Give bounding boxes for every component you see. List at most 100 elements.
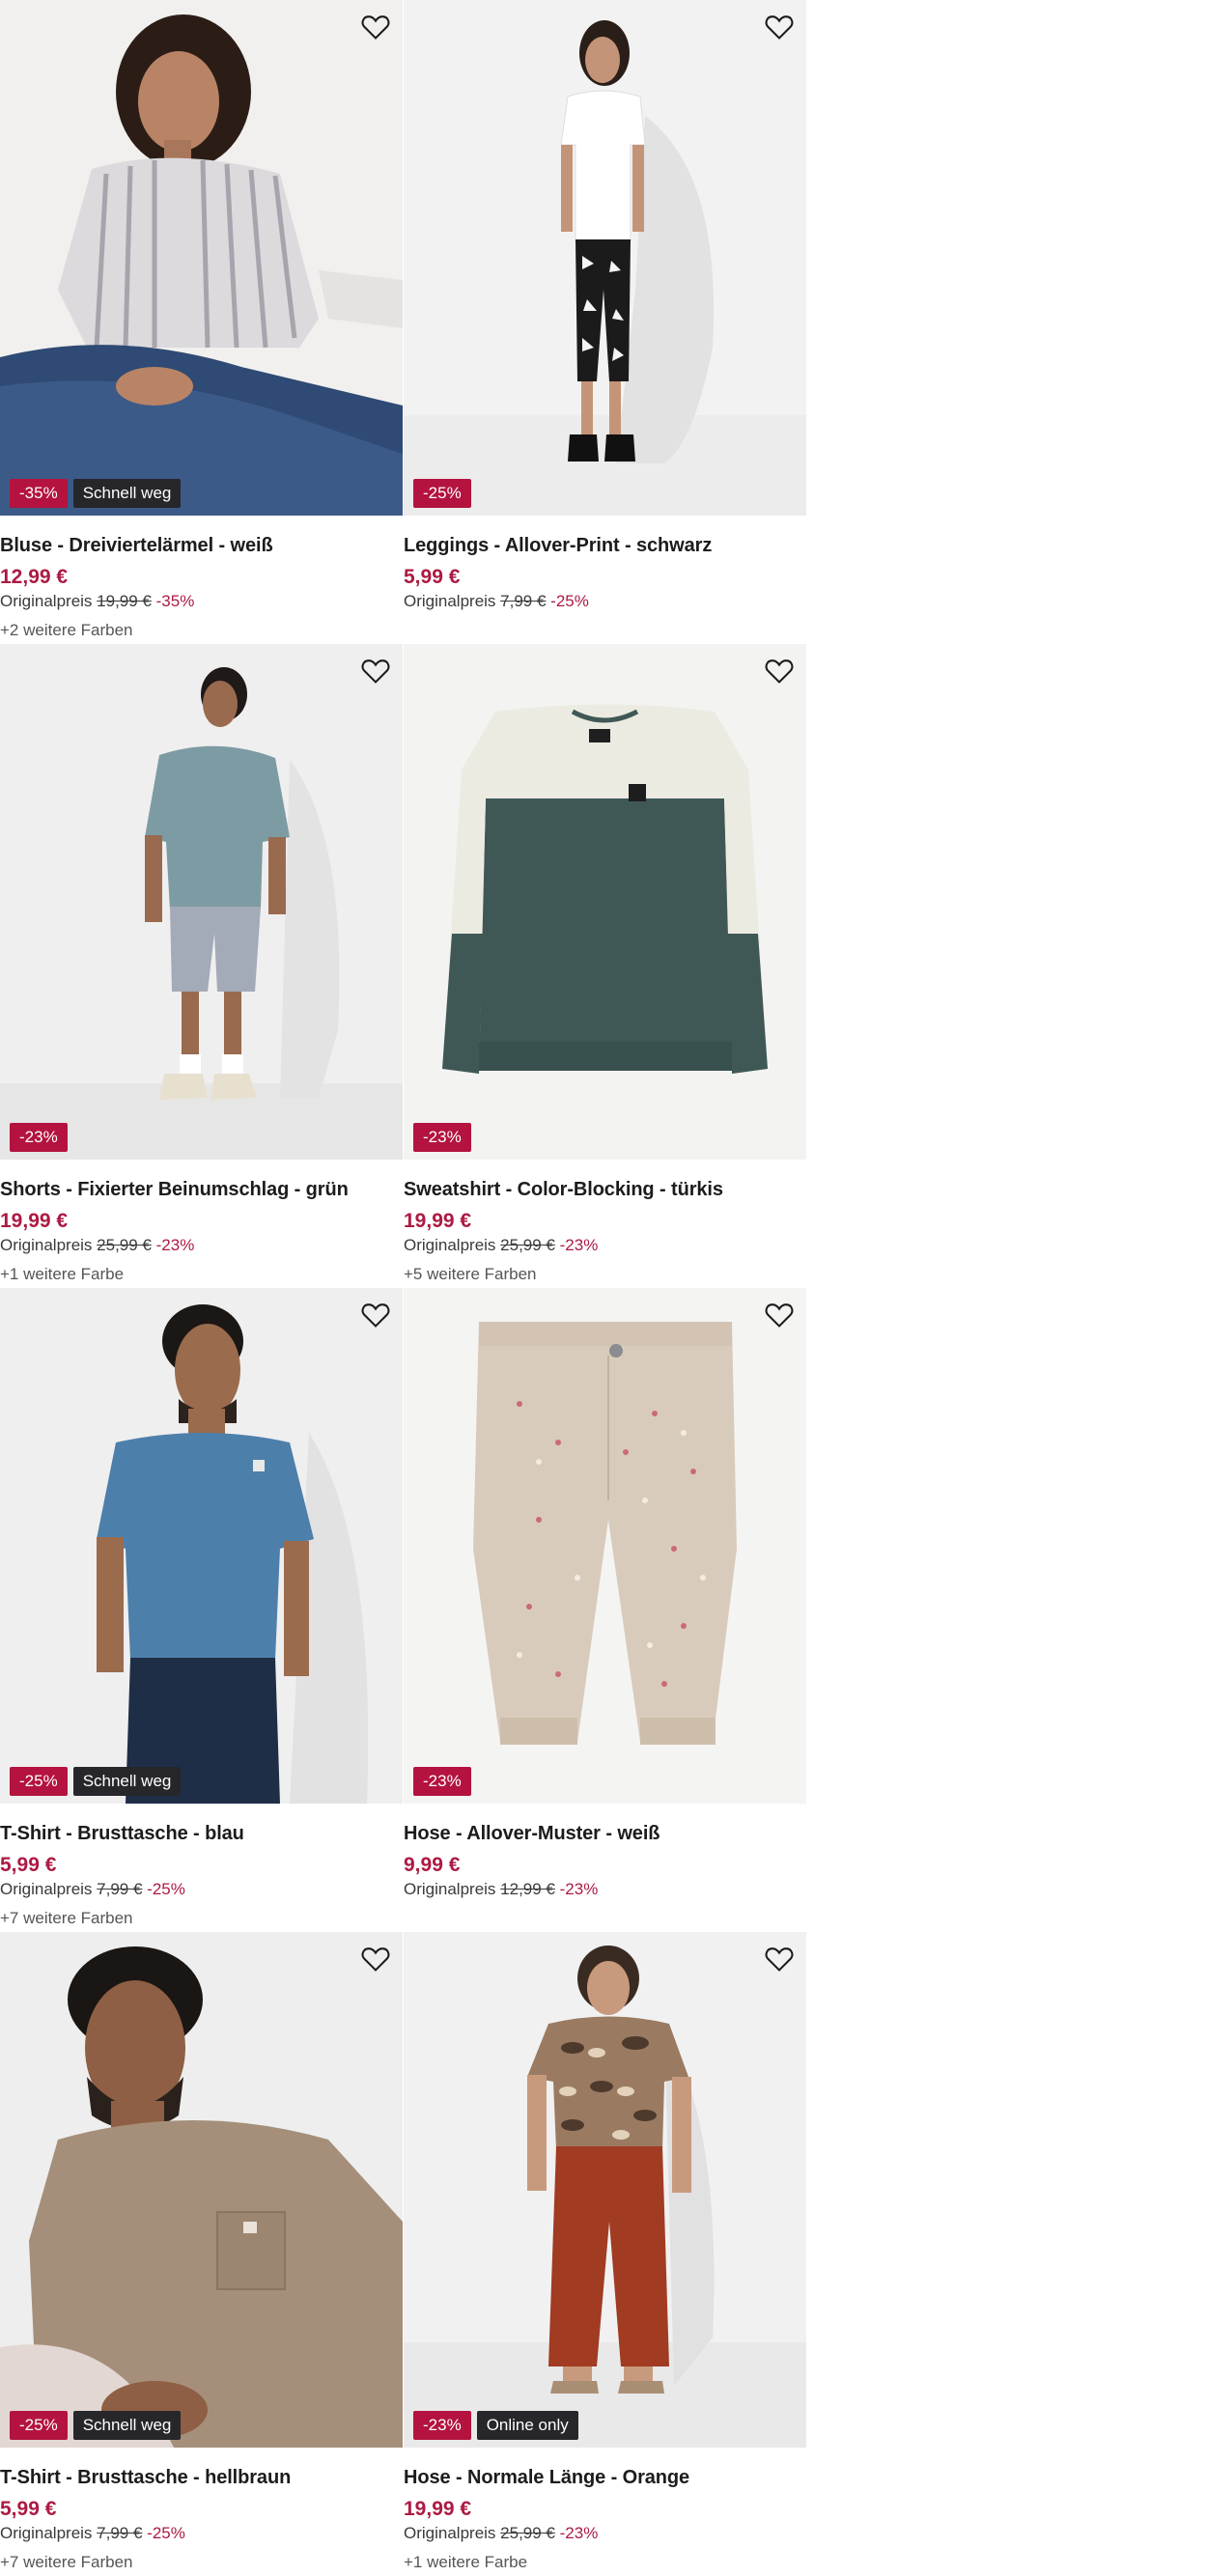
product-price: 9,99 € xyxy=(404,1854,461,1876)
product-title[interactable]: Hose - Normale Länge - Orange xyxy=(404,2461,801,2494)
product-photo xyxy=(0,644,403,1160)
discount-percent: -25% xyxy=(147,2524,185,2542)
wishlist-button[interactable] xyxy=(762,1944,797,1974)
discount-percent: -25% xyxy=(147,1880,185,1898)
original-price-label: Originalpreis xyxy=(0,592,93,610)
original-price-line: Originalpreis 7,99 € -25% xyxy=(404,591,801,612)
discount-percent: -35% xyxy=(155,592,195,610)
product-title[interactable]: Shorts - Fixierter Beinumschlag - grün xyxy=(0,1173,398,1206)
status-badge: Schnell weg xyxy=(72,2411,182,2440)
product-photo xyxy=(404,1288,806,1804)
discount-percent: -23% xyxy=(559,1236,599,1254)
heart-outline-icon xyxy=(361,659,390,684)
product-title[interactable]: Hose - Allover-Muster - weiß xyxy=(404,1817,801,1850)
product-card[interactable]: -25% Schnell weg T-Shirt - Brusttasche -… xyxy=(0,1932,403,2576)
wishlist-button[interactable] xyxy=(358,1944,393,1974)
product-image[interactable]: -23% xyxy=(0,644,403,1160)
product-image[interactable]: -25% xyxy=(404,0,806,516)
discount-percent: -23% xyxy=(559,1880,599,1898)
original-price: 7,99 € xyxy=(97,1880,143,1898)
more-colors-link[interactable]: +7 weitere Farben xyxy=(0,2552,398,2573)
badge-group: -35% Schnell weg xyxy=(10,479,182,508)
original-price-line: Originalpreis 7,99 € -25% xyxy=(0,2523,398,2544)
product-price: 5,99 € xyxy=(0,2498,57,2520)
product-card[interactable]: -23% Online only Hose - Normale Länge - … xyxy=(404,1932,806,2576)
discount-percent: -23% xyxy=(559,2524,599,2542)
more-colors-link[interactable]: +1 weitere Farbe xyxy=(0,1264,398,1285)
product-title[interactable]: T-Shirt - Brusttasche - hellbraun xyxy=(0,2461,398,2494)
original-price: 7,99 € xyxy=(500,592,547,610)
discount-badge: -23% xyxy=(413,2411,471,2440)
more-colors-link[interactable]: +7 weitere Farben xyxy=(0,1908,398,1929)
product-card[interactable]: -25% Schnell weg T-Shirt - Brusttasche -… xyxy=(0,1288,403,1932)
wishlist-button[interactable] xyxy=(762,656,797,686)
product-photo xyxy=(404,644,806,1160)
product-image[interactable]: -23% xyxy=(404,644,806,1160)
original-price: 25,99 € xyxy=(500,2524,555,2542)
heart-outline-icon xyxy=(765,1303,794,1328)
original-price-label: Originalpreis xyxy=(0,1236,93,1254)
product-grid: -35% Schnell weg Bluse - Dreiviertelärme… xyxy=(0,0,806,2576)
discount-badge: -25% xyxy=(10,1767,68,1796)
wishlist-button[interactable] xyxy=(358,656,393,686)
discount-percent: -23% xyxy=(155,1236,195,1254)
product-info: T-Shirt - Brusttasche - blau 5,99 € Orig… xyxy=(0,1817,398,1929)
product-photo xyxy=(0,1288,403,1804)
original-price-line: Originalpreis 25,99 € -23% xyxy=(0,1235,398,1256)
heart-outline-icon xyxy=(765,659,794,684)
product-price: 19,99 € xyxy=(0,1210,69,1232)
original-price-label: Originalpreis xyxy=(404,2524,496,2542)
more-colors-link[interactable]: +5 weitere Farben xyxy=(404,1264,801,1285)
wishlist-button[interactable] xyxy=(358,1300,393,1330)
original-price-line: Originalpreis 19,99 € -35% xyxy=(0,591,398,612)
product-image[interactable]: -25% Schnell weg xyxy=(0,1932,403,2448)
badge-group: -23% xyxy=(413,1123,471,1152)
product-title[interactable]: T-Shirt - Brusttasche - blau xyxy=(0,1817,398,1850)
wishlist-button[interactable] xyxy=(358,12,393,42)
product-title[interactable]: Bluse - Dreiviertelärmel - weiß xyxy=(0,529,398,562)
product-info: Hose - Allover-Muster - weiß 9,99 € Orig… xyxy=(404,1817,801,1900)
product-image[interactable]: -23% Online only xyxy=(404,1932,806,2448)
product-image[interactable]: -23% xyxy=(404,1288,806,1804)
status-badge: Online only xyxy=(476,2411,578,2440)
product-info: T-Shirt - Brusttasche - hellbraun 5,99 €… xyxy=(0,2461,398,2573)
heart-outline-icon xyxy=(361,1303,390,1328)
product-photo xyxy=(404,1932,806,2448)
product-image[interactable]: -25% Schnell weg xyxy=(0,1288,403,1804)
product-price: 19,99 € xyxy=(404,2498,472,2520)
product-card[interactable]: -23% Sweatshirt - Color-Blocking - türki… xyxy=(404,644,806,1288)
original-price: 19,99 € xyxy=(97,592,152,610)
product-info: Leggings - Allover-Print - schwarz 5,99 … xyxy=(404,529,801,612)
product-price: 19,99 € xyxy=(404,1210,472,1232)
product-photo xyxy=(0,0,403,516)
product-card[interactable]: -25% Leggings - Allover-Print - schwarz … xyxy=(404,0,806,644)
product-title[interactable]: Sweatshirt - Color-Blocking - türkis xyxy=(404,1173,801,1206)
status-badge: Schnell weg xyxy=(72,1767,182,1796)
product-info: Sweatshirt - Color-Blocking - türkis 19,… xyxy=(404,1173,801,1285)
badge-group: -25% Schnell weg xyxy=(10,2411,182,2440)
more-colors-link[interactable]: +1 weitere Farbe xyxy=(404,2552,801,2573)
product-title[interactable]: Leggings - Allover-Print - schwarz xyxy=(404,529,801,562)
badge-group: -23% xyxy=(10,1123,68,1152)
original-price-label: Originalpreis xyxy=(404,1880,496,1898)
status-badge: Schnell weg xyxy=(72,479,182,508)
discount-badge: -23% xyxy=(10,1123,68,1152)
original-price: 7,99 € xyxy=(97,2524,143,2542)
product-photo xyxy=(404,0,806,516)
badge-group: -25% Schnell weg xyxy=(10,1767,182,1796)
product-price: 5,99 € xyxy=(0,1854,57,1876)
product-image[interactable]: -35% Schnell weg xyxy=(0,0,403,516)
original-price: 25,99 € xyxy=(97,1236,152,1254)
product-card[interactable]: -23% Shorts - Fixierter Beinumschlag - g… xyxy=(0,644,403,1288)
discount-badge: -25% xyxy=(413,479,471,508)
product-card[interactable]: -23% Hose - Allover-Muster - weiß 9,99 €… xyxy=(404,1288,806,1932)
wishlist-button[interactable] xyxy=(762,1300,797,1330)
wishlist-button[interactable] xyxy=(762,12,797,42)
product-info: Hose - Normale Länge - Orange 19,99 € Or… xyxy=(404,2461,801,2573)
product-card[interactable]: -35% Schnell weg Bluse - Dreiviertelärme… xyxy=(0,0,403,644)
original-price-line: Originalpreis 25,99 € -23% xyxy=(404,1235,801,1256)
original-price: 12,99 € xyxy=(500,1880,555,1898)
heart-outline-icon xyxy=(765,1947,794,1972)
original-price-line: Originalpreis 25,99 € -23% xyxy=(404,2523,801,2544)
more-colors-link[interactable]: +2 weitere Farben xyxy=(0,620,398,641)
